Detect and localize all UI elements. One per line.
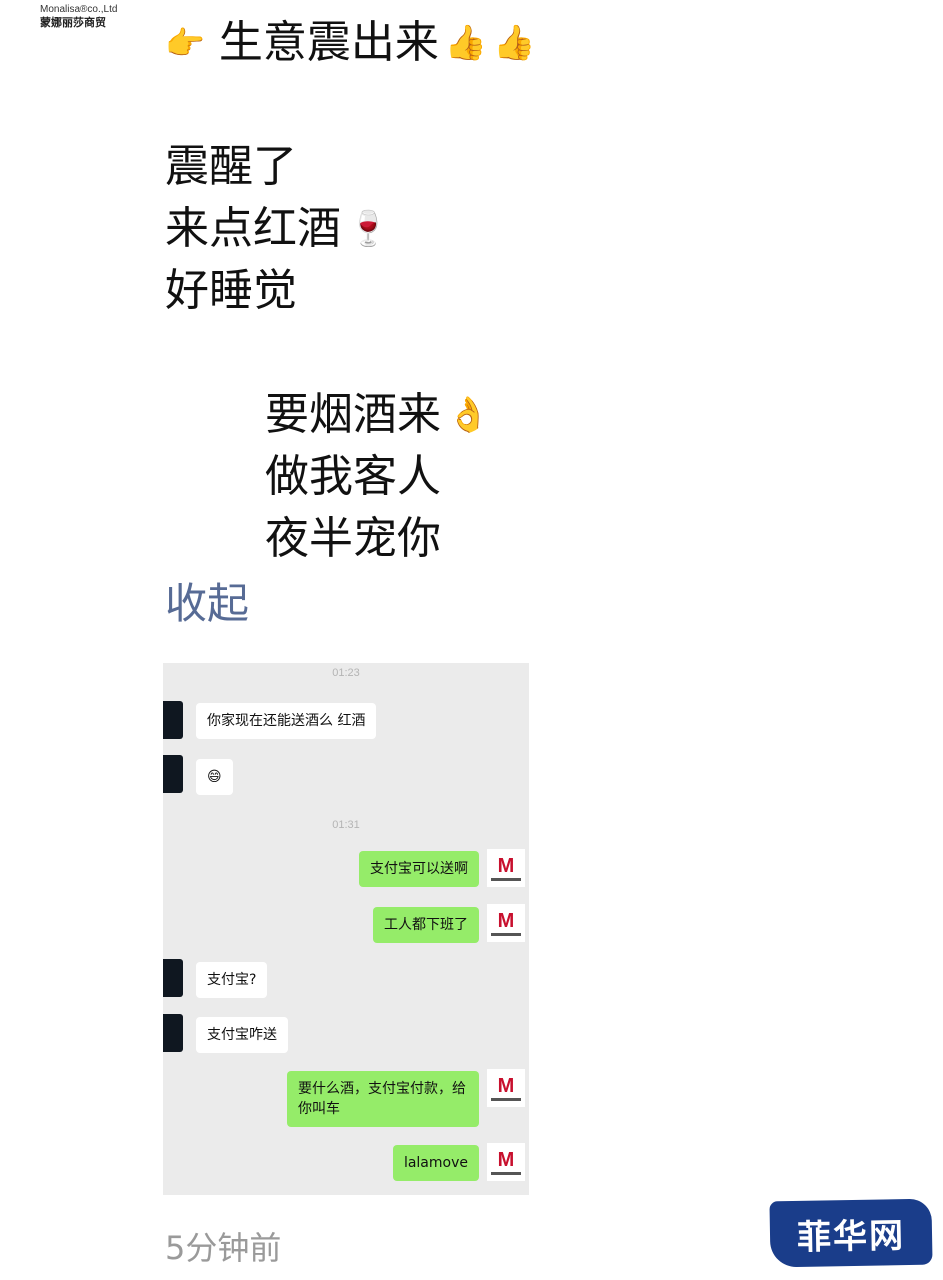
post-line-3: 来点红酒 🍷 xyxy=(165,198,536,260)
chat-bubble-incoming: 支付宝? xyxy=(196,962,268,998)
chat-bubble-outgoing: 要什么酒，支付宝付款，给你叫车 xyxy=(287,1071,479,1127)
post-line-2: 震醒了 xyxy=(165,136,536,198)
post-line-text: 来点红酒 xyxy=(165,203,341,254)
post-line-7: 夜半宠你 xyxy=(165,508,536,570)
post-line-5: 要烟酒来 👌 xyxy=(165,384,536,446)
brand-avatar: M xyxy=(487,904,525,942)
post-line-text: 震醒了 xyxy=(165,141,297,192)
chat-screenshot-image[interactable]: 01:23 你家现在还能送酒么 红酒 😄 01:31 M 支付宝可以送啊 M 工… xyxy=(163,663,529,1195)
brand-avatar: M xyxy=(487,1069,525,1107)
post-line-text: 生意震出来 xyxy=(218,17,439,68)
brand-m-icon: M xyxy=(497,854,515,877)
contact-avatar xyxy=(163,701,183,739)
post-line-1: 👉 生意震出来 👍 👍 xyxy=(165,12,536,74)
ok-hand-icon: 👌 xyxy=(447,395,490,435)
brand-logo-en: Monalisa®co.,Ltd xyxy=(40,4,118,15)
watermark-text: 菲华网 xyxy=(796,1215,906,1258)
chat-bubble-incoming: 你家现在还能送酒么 红酒 xyxy=(196,703,377,739)
chat-bubble-incoming: 😄 xyxy=(196,759,233,795)
brand-avatar: M xyxy=(487,849,525,887)
post-line-text: 做我客人 xyxy=(265,451,441,502)
collapse-link[interactable]: 收起 xyxy=(165,574,249,634)
pointing-hand-icon: 👉 xyxy=(165,24,205,62)
brand-logo-cn: 蒙娜丽莎商贸 xyxy=(40,16,106,29)
chat-bubble-outgoing: 工人都下班了 xyxy=(373,907,479,943)
post-line-4: 好睡觉 xyxy=(165,260,536,322)
site-watermark: 菲华网 xyxy=(769,1198,933,1268)
contact-avatar xyxy=(163,1014,183,1052)
brand-m-icon: M xyxy=(497,1074,515,1097)
brand-m-icon: M xyxy=(497,1148,515,1171)
post-line-text: 好睡觉 xyxy=(165,265,297,316)
post-line-text: 夜半宠你 xyxy=(265,513,441,564)
thumbs-up-icon: 👍 xyxy=(493,23,536,63)
chat-bubble-incoming: 支付宝咋送 xyxy=(196,1017,288,1053)
brand-logo: Monalisa®co.,Ltd 蒙娜丽莎商贸 xyxy=(40,4,140,30)
post-line-text: 要烟酒来 xyxy=(265,389,441,440)
post-body: 👉 生意震出来 👍 👍 震醒了 来点红酒 🍷 好睡觉 要烟酒来 👌 做我客人 夜… xyxy=(165,12,536,570)
brand-m-icon: M xyxy=(497,909,515,932)
post-timestamp: 5分钟前 xyxy=(165,1229,282,1267)
brand-avatar: M xyxy=(487,1143,525,1181)
contact-avatar xyxy=(163,959,183,997)
contact-avatar xyxy=(163,755,183,793)
thumbs-up-icon: 👍 xyxy=(444,23,488,63)
chat-timestamp: 01:31 xyxy=(332,819,360,831)
chat-timestamp: 01:23 xyxy=(332,667,360,679)
chat-bubble-outgoing: 支付宝可以送啊 xyxy=(359,851,479,887)
wine-glass-icon: 🍷 xyxy=(347,209,390,249)
chat-bubble-outgoing: lalamove xyxy=(392,1145,479,1181)
post-line-6: 做我客人 xyxy=(165,446,536,508)
